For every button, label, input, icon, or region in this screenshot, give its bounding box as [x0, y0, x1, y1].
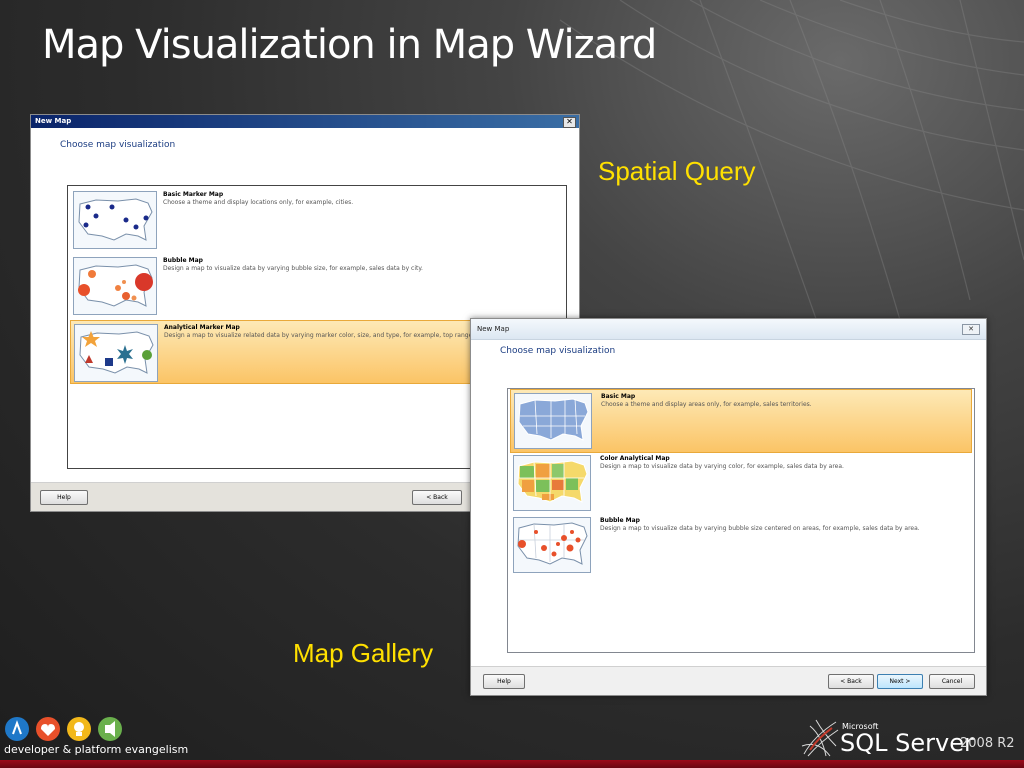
dpe-logo-text: developer & platform evangelism [4, 743, 188, 756]
bubble-area-map-icon [513, 517, 591, 573]
item-description: Design a map to visualize data by varyin… [163, 265, 423, 272]
close-icon[interactable]: ✕ [563, 117, 576, 128]
list-item-bubble-area-map[interactable]: Bubble Map Design a map to visualize dat… [510, 514, 972, 576]
basic-marker-map-icon [73, 191, 157, 249]
dialog-footer: Help < Back Next > Cancel [471, 666, 986, 695]
item-name: Bubble Map [163, 257, 203, 264]
cancel-button[interactable]: Cancel [929, 674, 975, 689]
visualization-list: Basic Map Choose a theme and display are… [507, 388, 975, 653]
dpe-logo-icons [5, 717, 122, 741]
list-item-basic-marker-map[interactable]: Basic Marker Map Choose a theme and disp… [70, 188, 564, 250]
item-description: Choose a theme and display locations onl… [163, 199, 354, 206]
slide-background: Map Visualization in Map Wizard New Map … [0, 0, 1024, 768]
product-name: SQL Server [840, 729, 974, 757]
dialog-title: New Map [477, 325, 510, 333]
new-map-dialog-gallery: New Map ✕ Choose map visualization Basic… [470, 318, 987, 696]
logo-text-a: developer & platform [4, 743, 122, 756]
list-item-basic-map[interactable]: Basic Map Choose a theme and display are… [510, 389, 972, 453]
slide-title: Map Visualization in Map Wizard [42, 22, 657, 68]
dialog-titlebar: New Map ✕ [471, 319, 986, 340]
basic-map-icon [514, 393, 592, 449]
item-name: Color Analytical Map [600, 455, 670, 462]
close-icon[interactable]: ✕ [962, 324, 980, 335]
back-button[interactable]: < Back [828, 674, 874, 689]
item-description: Design a map to visualize data by varyin… [600, 463, 844, 470]
dialog-heading: Choose map visualization [60, 140, 176, 150]
item-name: Bubble Map [600, 517, 640, 524]
sql-server-logo-icon [801, 719, 839, 757]
footer-bar [0, 760, 1024, 768]
item-name: Basic Marker Map [163, 191, 224, 198]
help-button[interactable]: Help [483, 674, 525, 689]
dialog-title: New Map [35, 117, 72, 125]
callout-map-gallery: Map Gallery [293, 638, 434, 668]
next-button[interactable]: Next > [877, 674, 923, 689]
item-description: Design a map to visualize data by varyin… [600, 525, 920, 532]
list-item-bubble-map[interactable]: Bubble Map Design a map to visualize dat… [70, 254, 564, 316]
logo-text-b: evangelism [121, 743, 189, 756]
item-name: Basic Map [601, 393, 636, 400]
bubble-map-icon [73, 257, 157, 315]
callout-spatial-query: Spatial Query [598, 156, 756, 186]
color-analytical-map-icon [513, 455, 591, 511]
analytical-marker-map-icon [74, 324, 158, 382]
back-button[interactable]: < Back [412, 490, 462, 505]
item-description: Choose a theme and display areas only, f… [601, 401, 812, 408]
list-item-color-analytical-map[interactable]: Color Analytical Map Design a map to vis… [510, 452, 972, 514]
help-button[interactable]: Help [40, 490, 88, 505]
dialog-titlebar: New Map ✕ [31, 115, 579, 128]
product-version: 2008 R2 [960, 736, 1015, 751]
dialog-heading: Choose map visualization [500, 346, 616, 356]
